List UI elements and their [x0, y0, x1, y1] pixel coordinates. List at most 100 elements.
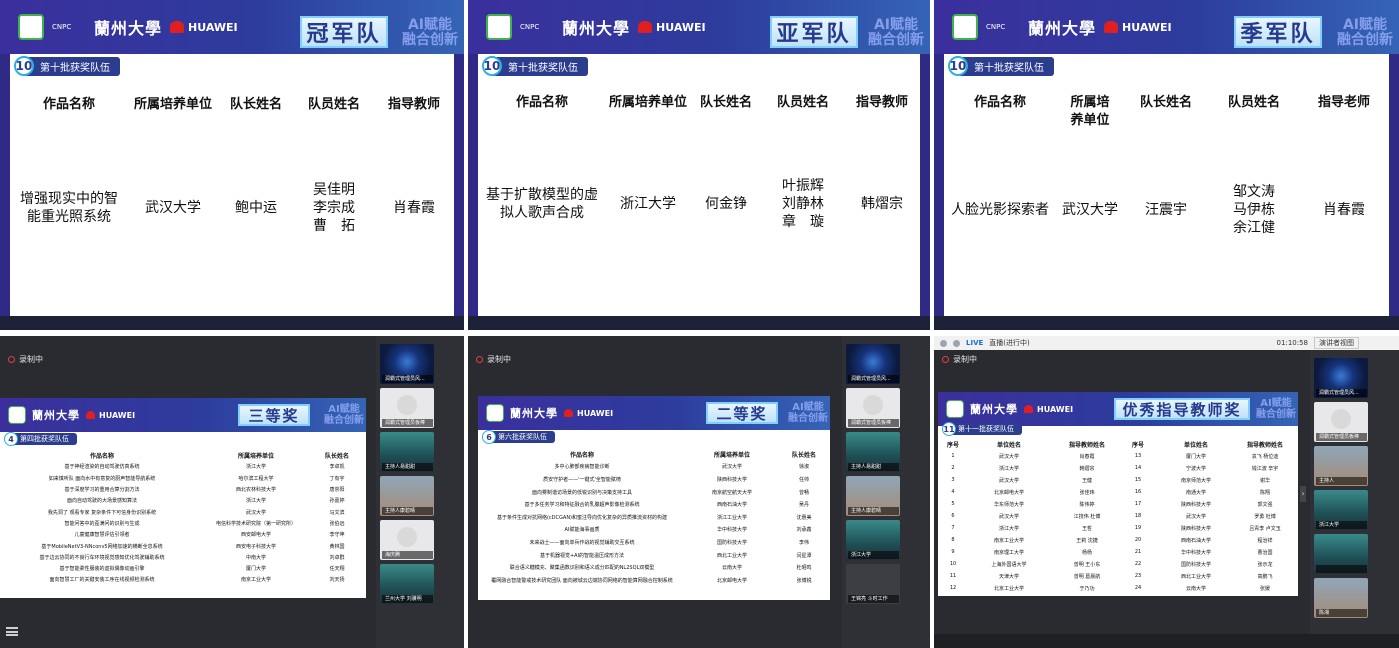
participant-tile[interactable]: 王锦亮 斗时工作 — [846, 564, 900, 604]
table-cell: 张媛 — [1259, 585, 1270, 592]
panel-third-place: CNPC 蘭州大學 HUAWEI 季军队 AI赋能 融合创新 10 第十批获奖队伍… — [934, 0, 1399, 330]
table-row: 增强现实中的智能重光照系统 武汉大学 鲍中运 吴佳明 李宗成 曹 拓 肖春霞 — [10, 178, 454, 238]
participant-name: 润霸式管理员板棒 — [382, 419, 433, 427]
participant-tile[interactable]: 海庆腾 — [380, 520, 434, 560]
collapse-arrow-icon[interactable]: › — [1300, 486, 1306, 502]
participant-tile[interactable]: 浙江大学 — [846, 520, 900, 560]
recording-indicator: 录制中 — [476, 354, 511, 365]
participant-tile[interactable]: 润霸式管理员板棒 — [380, 388, 434, 428]
table-cell: 北京工业大学 — [993, 585, 1024, 592]
table-cell: 基于神经渲染的自动驾驶仿真系统 — [64, 464, 140, 471]
camera-icon[interactable] — [953, 339, 960, 347]
cnpc-logo-icon — [486, 14, 512, 40]
table-cell: 浙江大学 — [998, 525, 1019, 532]
live-toolbar: LIVE 直播(进行中) 01:10:58 演讲者视图 — [934, 336, 1399, 350]
batch-label: 6 第六批获奖队伍 — [482, 430, 555, 444]
table-cell: 唐崇阳 — [329, 487, 345, 494]
table-row: 9 南京理工大学 杨杨 21 华中科技大学 曹治国 — [942, 546, 1294, 558]
table-cell: 西北农林科技大学 — [235, 487, 276, 494]
table-row: 面向雾制谐访场景的低锐识别与决策支持工具 南京航空航天大学 曾畅 — [482, 486, 826, 499]
table-cell: 3 — [951, 477, 955, 483]
lzu-logo: 蘭州大學 — [510, 407, 558, 420]
table-cell: 任帅 — [798, 476, 809, 483]
participant-tile[interactable]: 主持人康碧晴 — [380, 476, 434, 516]
participant-tile[interactable]: 润霸式管理员风... — [846, 344, 900, 384]
participant-tile[interactable]: 润霸式管理员板棒 — [846, 388, 900, 428]
header-cell: 所属培养单位 — [1070, 95, 1110, 128]
participant-tile[interactable]: 浙江大学 — [1314, 490, 1368, 530]
header-cell: 队员姓名 — [307, 97, 360, 112]
participant-sidebar: 润霸式管理员风... 润霸式管理员板棒 主持人易甜甜 主持人康碧晴 浙江大学 王锦亮 斗时… — [842, 336, 930, 648]
slogan-line2: 融合创新 — [324, 415, 364, 426]
participant-name: 陈湘 — [1316, 609, 1367, 617]
header-cell: 队员姓名 — [776, 95, 829, 110]
shared-slide: 蘭州大學 HUAWEI 优秀指导教师奖 AI赋能 融合创新 11 第十一批获奖队伍… — [938, 392, 1298, 596]
header-cell: 队长姓名 — [324, 453, 349, 461]
batch-text: 第十一批获奖队伍 — [948, 423, 1022, 435]
participant-tile[interactable]: 润霸式管理员风... — [1314, 358, 1368, 398]
cnpc-logo-icon — [952, 14, 978, 40]
huawei-logo-text: HUAWEI — [188, 20, 238, 34]
table-cell: 南通大学 — [1185, 489, 1206, 496]
participant-tile[interactable]: 兰州大学 刘骥明 — [380, 564, 434, 604]
header-cell: 队长姓名 — [1139, 95, 1192, 110]
cell-work: 基于扩散模型的虚拟人歌声合成 — [486, 187, 598, 221]
table-cell: 谢华 — [1259, 477, 1270, 484]
table-row: 4 北京邮电大学 张佳玮 16 南通大学 陈翔 — [942, 486, 1294, 498]
table-cell: 21 — [1134, 549, 1142, 555]
table-cell: 11 — [949, 573, 957, 579]
table-row: 面向自动驾驶的大场景感知算法 浙江大学 孙嘉婷 — [4, 495, 362, 506]
participant-tile[interactable]: 主持人 — [1314, 446, 1368, 486]
participant-name — [1316, 565, 1367, 573]
table-row: 6 武汉大学 江技伟 杜博 18 武汉大学 罗勇 杜博 — [942, 510, 1294, 522]
menu-icon[interactable] — [6, 627, 18, 636]
batch-label: 11 第十一批获奖队伍 — [942, 422, 1022, 436]
panel-footer — [934, 316, 1399, 330]
participant-tile[interactable]: 主持人易甜甜 — [846, 432, 900, 472]
table-cell: 覆网融合智能警戒技术研究团队 面向被城云边端协同网络的智能算网融合控制系统 — [491, 577, 673, 584]
slide-header: 蘭州大學 HUAWEI 优秀指导教师奖 AI赋能 融合创新 — [938, 392, 1298, 426]
ai-slogan: AI赋能 融合创新 — [1256, 398, 1296, 420]
huawei-logo: HUAWEI — [638, 21, 706, 34]
table-cell: 西南石油大学 — [716, 502, 747, 509]
participant-tile[interactable]: 陈湘 — [1314, 578, 1368, 618]
table-cell: 华中科技大学 — [1180, 549, 1211, 556]
participant-tile[interactable]: 润霸式管理员板棒 — [1314, 402, 1368, 442]
header-cell: 指导教师 — [855, 95, 908, 110]
participant-name: 润霸式管理员风... — [382, 375, 433, 383]
table-cell: 16 — [1134, 489, 1142, 495]
table-cell: 面向雾制谐访场景的低锐识别与决策支持工具 — [531, 489, 632, 496]
batch-text: 第六批获奖队伍 — [488, 431, 555, 443]
table-header: 作品名称 所属培养单位 队长姓名 — [482, 448, 826, 461]
table-cell: 智能问答中的歪满问的识别与生成 — [64, 520, 140, 527]
award-title: 二等奖 — [706, 402, 778, 424]
participant-name: 海庆腾 — [382, 551, 433, 559]
lzu-logo: 蘭州大學 — [562, 19, 631, 38]
participant-name: 主持人 — [1316, 477, 1367, 485]
participant-tile[interactable]: 主持人易甜甜 — [380, 432, 434, 472]
header-cell: 所属培养单位 — [608, 95, 687, 110]
huawei-flower-icon — [564, 409, 573, 417]
slide-body: 10 第十批获奖队伍 作品名称 所属培养单位 队长姓名 队员姓名 指导老师 人脸… — [944, 54, 1389, 316]
award-title: 冠军队 — [300, 16, 388, 48]
table-cell: 吴丹 — [798, 502, 809, 509]
table-cell: 任天翔 — [329, 566, 345, 573]
participant-name: 润霸式管理员板棒 — [1316, 433, 1367, 441]
table-cell: 张博锐 — [796, 577, 812, 584]
recording-label: 录制中 — [953, 355, 977, 364]
table-row: AI赋能海事画质 华中科技大学 刘承鑫 — [482, 524, 826, 537]
participant-tile[interactable] — [1314, 534, 1368, 574]
participant-tile[interactable]: 主持人康碧晴 — [846, 476, 900, 516]
table-row: 11 天津大学 曾明 葛晨航 23 西北工业大学 高鹏飞 — [942, 570, 1294, 582]
table-cell: 宁波大学 — [1185, 465, 1206, 472]
award-title: 季军队 — [1234, 16, 1322, 48]
table-cell: 刘承鑫 — [796, 527, 812, 534]
participant-tile[interactable]: 润霸式管理员风... — [380, 344, 434, 384]
slide-header: CNPC 蘭州大學 HUAWEI 亚军队 AI赋能 融合创新 — [468, 0, 930, 54]
huawei-logo-text: HUAWEI — [99, 410, 136, 420]
table-cell: 武汉大学 — [998, 453, 1019, 460]
presenter-view-button[interactable]: 演讲者视图 — [1314, 337, 1359, 349]
table-cell: 如来慎听队 面向水中有意复的厨声智能导航系统 — [48, 475, 156, 482]
table-row: 基于神经渲染的自动驾驶仿真系统 浙江大学 李卓凯 — [4, 461, 362, 472]
cell-captain: 汪震宇 — [1145, 202, 1187, 218]
